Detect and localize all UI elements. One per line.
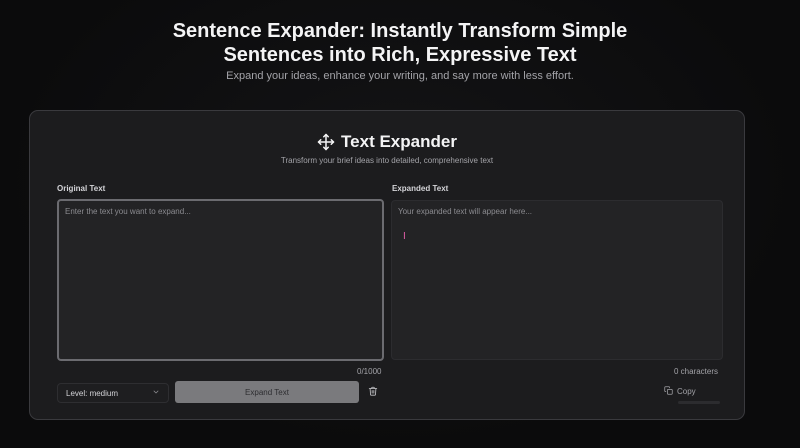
move-icon (317, 133, 335, 151)
page-title-line1: Sentence Expander: Instantly Transform S… (172, 20, 628, 42)
expanded-text-output[interactable]: Your expanded text will appear here... I (391, 200, 723, 360)
card-header: Text Expander (30, 132, 744, 152)
card-subtitle: Transform your brief ideas into detailed… (280, 156, 494, 165)
text-cursor-icon: I (403, 231, 406, 242)
page: Sentence Expander: Instantly Transform S… (0, 0, 800, 448)
original-text-label: Original Text (57, 184, 106, 193)
expanded-text-placeholder: Your expanded text will appear here... (398, 207, 533, 216)
trash-icon (368, 383, 378, 401)
chevron-down-icon (152, 388, 160, 398)
original-char-counter: 0/1000 (357, 367, 382, 376)
copy-divider (678, 401, 720, 404)
expanded-char-counter: 0 characters (674, 367, 719, 376)
clear-button[interactable] (364, 383, 382, 401)
original-text-input[interactable]: Enter the text you want to expand... (57, 199, 384, 361)
level-select[interactable]: Level: medium (57, 383, 169, 403)
level-select-value: Level: medium (66, 388, 119, 398)
expanded-text-label: Expanded Text (392, 184, 449, 193)
expander-card: Text Expander Transform your brief ideas… (29, 110, 745, 420)
page-title-line2: Sentences into Rich, Expressive Text (223, 44, 577, 66)
card-title: Text Expander (341, 132, 457, 151)
page-title: Sentence Expander: Instantly Transform S… (0, 19, 800, 67)
copy-icon (664, 385, 673, 397)
expand-text-button[interactable]: Expand Text (175, 381, 359, 403)
copy-label: Copy (677, 386, 696, 396)
copy-button[interactable]: Copy (664, 383, 696, 399)
page-subtitle: Expand your ideas, enhance your writing,… (226, 70, 574, 82)
original-text-placeholder: Enter the text you want to expand... (65, 207, 191, 216)
